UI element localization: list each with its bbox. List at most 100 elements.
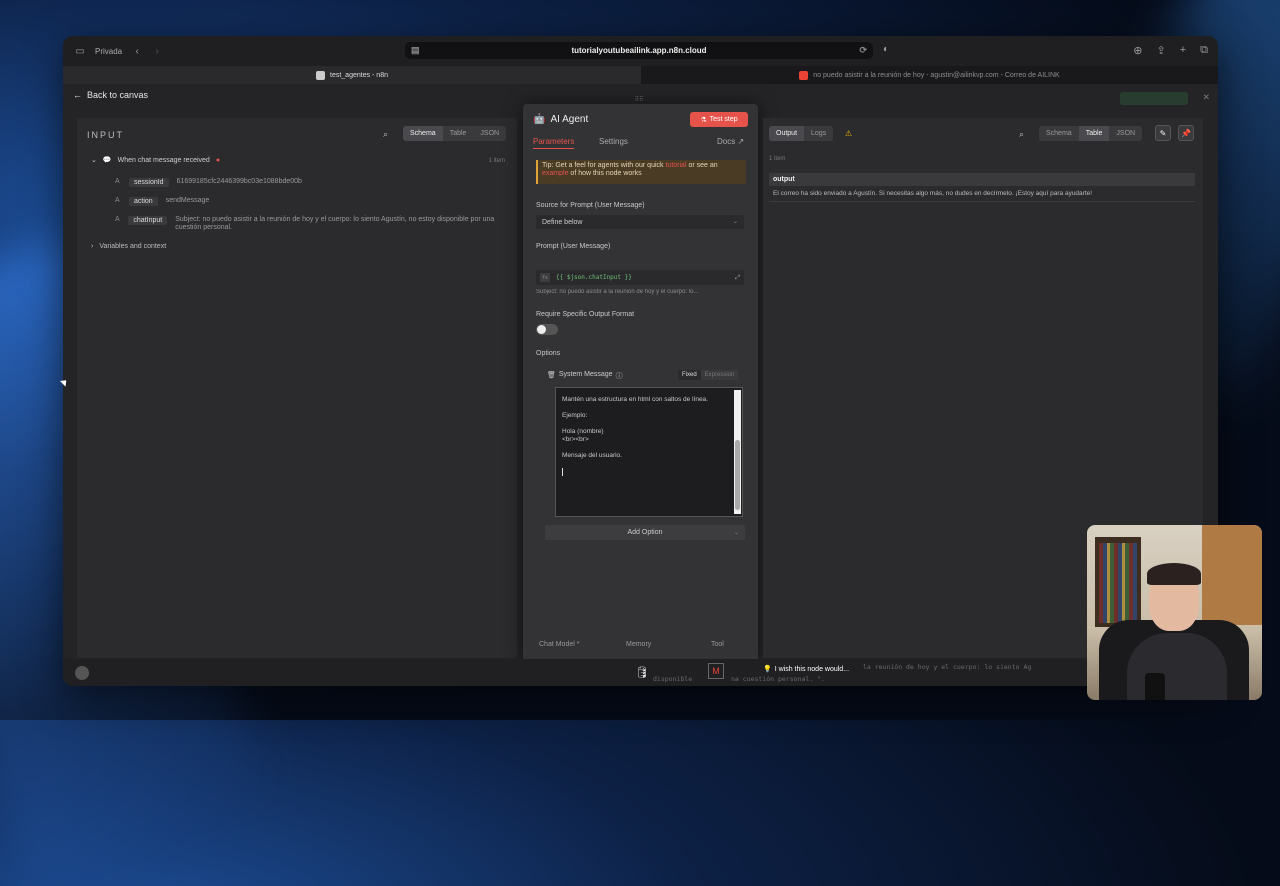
sidebar-icon[interactable]: ▭ [75, 46, 85, 57]
field-value: 61699185cfc2446399bc03e1088bde00b [176, 178, 302, 185]
close-icon[interactable]: ✕ [1202, 92, 1210, 103]
webcam-person-body [1127, 633, 1227, 700]
item-count: 1 item [488, 158, 505, 164]
gmail-favicon-icon [799, 70, 809, 80]
gmail-icon[interactable]: M [708, 663, 724, 679]
chevron-down-icon: ⌄ [91, 157, 97, 164]
search-icon[interactable]: ⌕ [383, 129, 388, 140]
table-cell[interactable]: El correo ha sido enviado a Agustín. Si … [769, 186, 1195, 202]
prompt-expression-input[interactable]: fx {{ $json.chatInput }} ⤢ [536, 270, 744, 285]
info-icon: ⓘ [615, 373, 623, 380]
tab-logs[interactable]: Logs [804, 126, 834, 141]
example-link[interactable]: example [542, 170, 568, 177]
source-label: Source for Prompt (User Message) [536, 202, 645, 209]
expand-icon[interactable]: ⤢ [735, 274, 740, 282]
scrollbar[interactable] [734, 390, 741, 514]
schema-field[interactable]: A action sendMessage [115, 197, 515, 206]
item-count: 1 item [769, 156, 786, 162]
view-table[interactable]: Table [1078, 126, 1110, 141]
execute-button[interactable] [1120, 92, 1188, 105]
view-schema[interactable]: Schema [1039, 126, 1079, 141]
shield-icon[interactable]: ◐ [883, 44, 889, 55]
scrollbar-thumb[interactable] [735, 440, 740, 510]
variables-label: Variables and context [99, 243, 167, 250]
field-name: action [129, 197, 158, 206]
pin-icon[interactable]: 📌 [1178, 125, 1194, 141]
arrow-left-icon: ← [73, 90, 82, 100]
output-tabs: Output Logs [769, 126, 834, 141]
faded-chat-text: disponible [653, 675, 693, 683]
reload-icon[interactable]: ⟳ [859, 45, 867, 56]
chevron-down-icon: ⌄ [733, 530, 739, 536]
variables-and-context[interactable]: › Variables and context [91, 243, 166, 250]
trigger-node-label: When chat message received [117, 156, 210, 164]
test-step-button[interactable]: ⚗ Test step [690, 112, 748, 127]
back-to-canvas-button[interactable]: ← Back to canvas [73, 90, 148, 100]
schema-field[interactable]: A sessionId 61699185cfc2446399bc03e1088b… [115, 178, 515, 187]
output-format-toggle[interactable] [536, 324, 558, 335]
expression-icon: fx [540, 273, 550, 282]
system-message-line: Mantén una estructura en html con saltos… [562, 396, 708, 403]
tutorial-link[interactable]: tutorial [665, 162, 686, 169]
tabs-overview-icon[interactable]: ⧉ [1200, 44, 1208, 57]
database-icon[interactable]: 🛢 [635, 666, 649, 679]
new-tab-icon[interactable]: + [1180, 44, 1186, 57]
view-table[interactable]: Table [443, 126, 474, 141]
column-header: output [769, 173, 1195, 186]
tab-parameters[interactable]: Parameters [533, 137, 575, 149]
n8n-app: ← Back to canvas ✕ INPUT ⌕ Schema Table … [63, 84, 1218, 686]
browser-window: ▭ Privada ‹ › ▤ tutorialyoutubeailink.ap… [63, 36, 1218, 686]
tip-text: of how this node works [570, 170, 642, 177]
options-label: Options [536, 350, 561, 357]
download-icon[interactable]: ⊕ [1133, 44, 1142, 57]
chevron-down-icon: ⌄ [732, 219, 738, 225]
url-text: tutorialyoutubeailink.app.n8n.cloud [571, 46, 707, 55]
chat-model-label[interactable]: Chat Model * [539, 641, 579, 648]
avatar [75, 666, 89, 680]
view-json[interactable]: JSON [1109, 126, 1142, 141]
ai-agent-node-panel: ⠿⠿ 🤖 AI Agent ⚗ Test step Parameters Set… [523, 97, 758, 664]
share-icon[interactable]: ⇪ [1156, 44, 1165, 57]
address-bar[interactable]: ▤ tutorialyoutubeailink.app.n8n.cloud ⟳ [405, 42, 873, 59]
system-message-line: Hola (nombre) <br><br> [562, 428, 604, 443]
tab-docs[interactable]: Docs ↗ [717, 137, 744, 146]
view-schema[interactable]: Schema [403, 126, 443, 141]
tab-gmail[interactable]: no puedo asistir a la reunión de hoy - a… [641, 66, 1218, 84]
memory-label[interactable]: Memory [626, 641, 651, 648]
forward-icon[interactable]: › [152, 46, 162, 57]
delete-icon[interactable]: 🗑 [547, 371, 556, 381]
system-message-textarea[interactable]: Mantén una estructura en html con saltos… [555, 387, 743, 517]
expression-option[interactable]: Expression [700, 370, 739, 380]
schema-field[interactable]: A chatInput Subject: no puedo asistir a … [115, 216, 515, 232]
system-message-text: System Message [558, 371, 613, 378]
edit-icon[interactable]: ✎ [1155, 125, 1171, 141]
tab-output[interactable]: Output [769, 126, 805, 141]
trigger-node-tree[interactable]: ⌄ 💬 When chat message received ● [91, 156, 220, 165]
view-json[interactable]: JSON [473, 126, 506, 141]
page-icon: ▤ [411, 45, 420, 55]
search-icon[interactable]: ⌕ [1019, 129, 1024, 140]
external-link-icon: ↗ [737, 137, 745, 146]
tip-text: Tip: Get a feel for agents with our quic… [542, 162, 664, 169]
fixed-option[interactable]: Fixed [678, 370, 701, 380]
prompt-preview: Subject: no puedo asistir a la reunión d… [536, 289, 699, 295]
chevron-right-icon: › [91, 243, 94, 250]
system-message-line: Mensaje del usuario. [562, 452, 622, 459]
string-type-icon: A [115, 216, 120, 223]
warning-icon: ⚠ [845, 129, 853, 138]
node-title: AI Agent [550, 114, 589, 125]
tab-settings[interactable]: Settings [599, 137, 628, 146]
tool-label[interactable]: Tool [711, 641, 724, 648]
drag-handle[interactable]: ⠿⠿ [623, 96, 655, 103]
tab-strip: test_agentes - n8n no puedo asistir a la… [63, 66, 1218, 84]
add-option-button[interactable]: Add Option ⌄ [545, 525, 745, 540]
feedback-tooltip[interactable]: 💡 I wish this node would... [763, 665, 849, 674]
webcam-background-wall [1202, 525, 1262, 625]
string-type-icon: A [115, 197, 120, 204]
back-icon[interactable]: ‹ [132, 46, 142, 57]
tab-n8n[interactable]: test_agentes - n8n [63, 66, 641, 84]
fixed-expression-toggle: Fixed Expression [678, 370, 739, 380]
n8n-favicon-icon [316, 70, 325, 80]
system-message-line: Ejemplo: [562, 412, 588, 419]
source-select[interactable]: Define below ⌄ [536, 215, 744, 229]
